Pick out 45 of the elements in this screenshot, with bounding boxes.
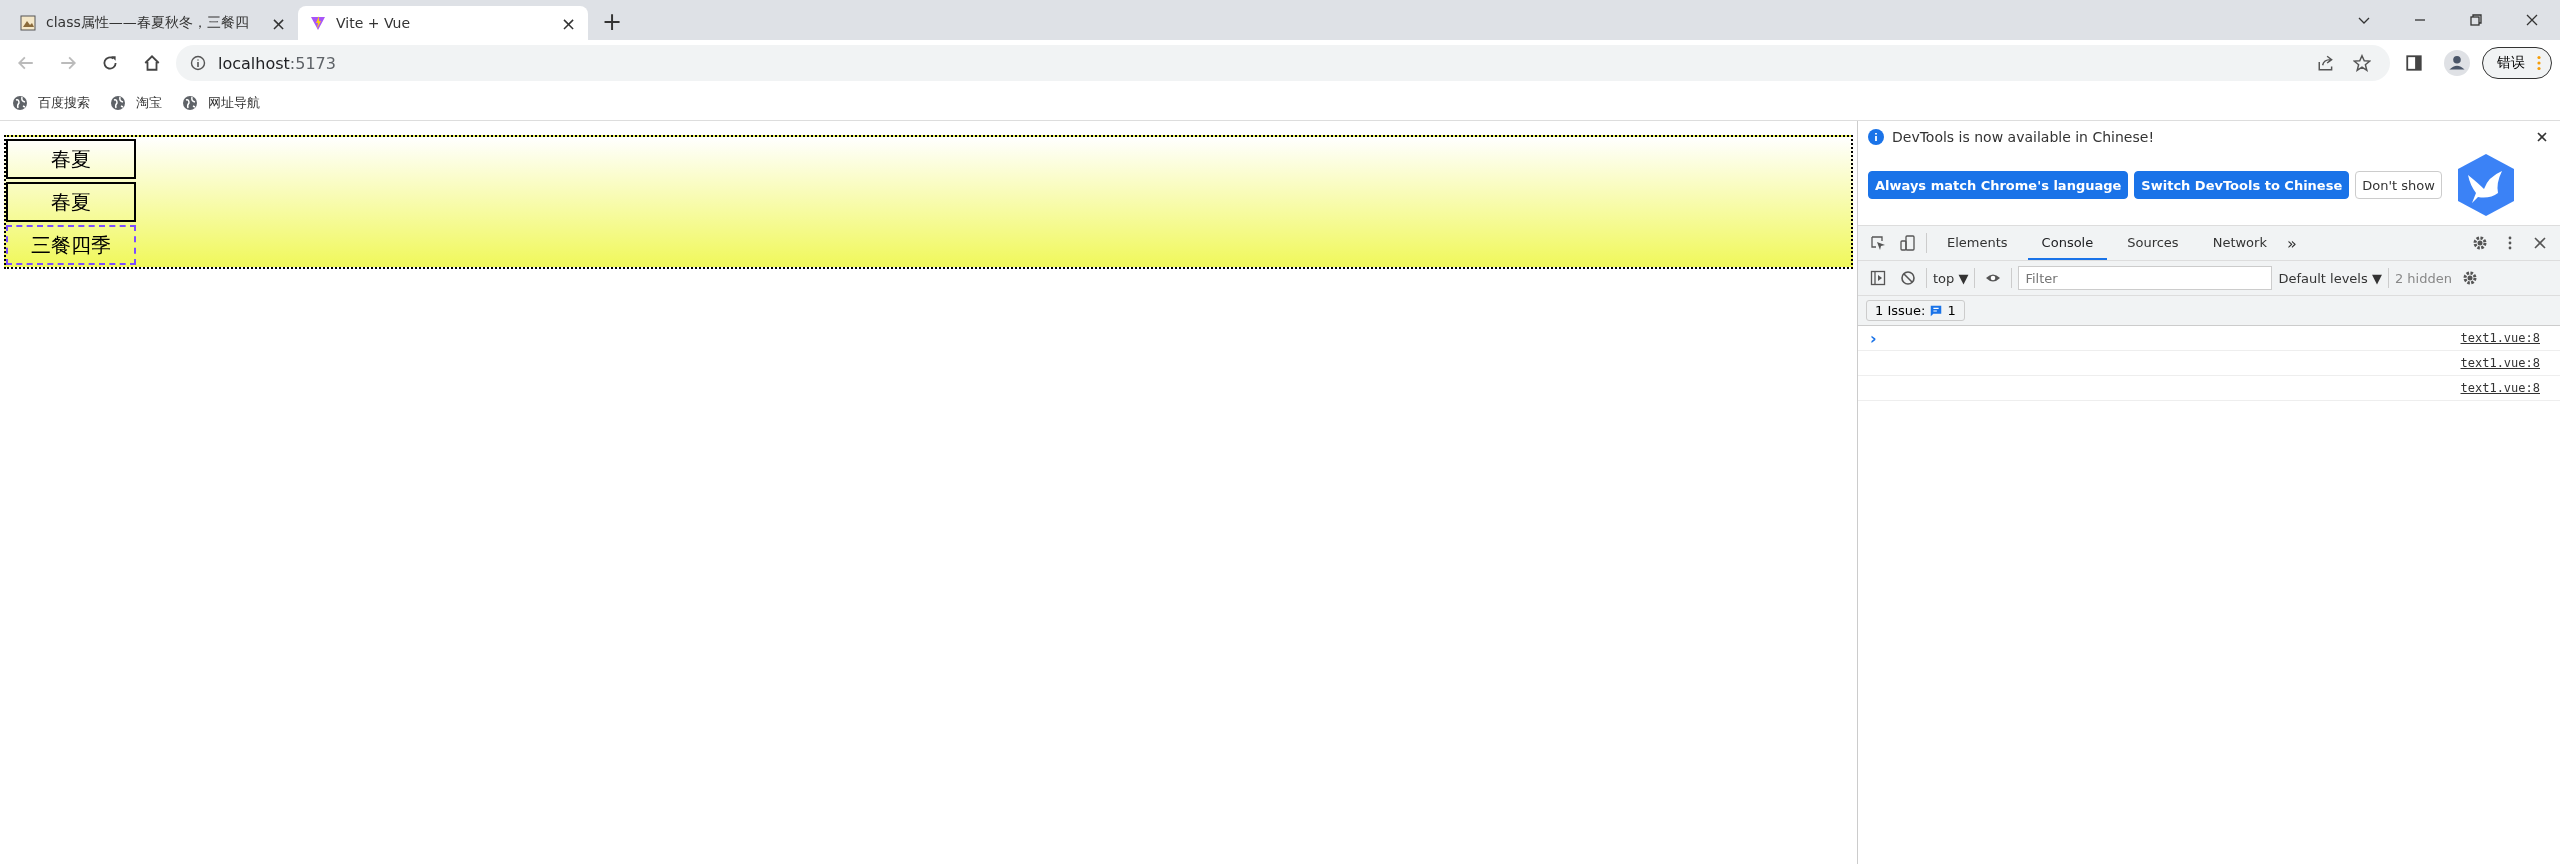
close-icon[interactable]: ×	[270, 12, 286, 34]
devtools-tab[interactable]: Sources	[2113, 226, 2193, 260]
notice-button[interactable]: Don't show	[2355, 171, 2442, 199]
console-prompt: ›	[1870, 328, 1877, 348]
source-link[interactable]: text1.vue:8	[2460, 381, 2540, 395]
close-icon[interactable]: ×	[560, 12, 576, 34]
url-port: :5173	[289, 53, 336, 73]
source-link[interactable]: text1.vue:8	[2460, 331, 2540, 345]
message-icon	[1929, 303, 1944, 318]
issues-button[interactable]: 1 Issue: 1	[1866, 300, 1965, 321]
season-box: 春夏	[6, 139, 136, 179]
more-tabs-button[interactable]: »	[2286, 233, 2297, 253]
tab-title: class属性——春夏秋冬，三餐四	[46, 14, 250, 32]
bird-icon[interactable]	[2455, 153, 2516, 217]
notice-button[interactable]: Switch DevTools to Chinese	[2134, 171, 2350, 199]
lightning-icon	[310, 15, 326, 31]
url-host: localhost	[218, 53, 290, 73]
notice-text: DevTools is now available in Chinese!	[1892, 129, 2154, 145]
profile-error-button[interactable]: 错误	[2482, 47, 2552, 79]
globe-icon	[110, 95, 126, 111]
filter-field[interactable]: Filter	[2018, 266, 2273, 290]
bookmark-item[interactable]: 百度搜索	[12, 94, 90, 112]
avatar-icon[interactable]	[2444, 50, 2470, 76]
globe-icon	[12, 95, 28, 111]
devtools-tab[interactable]: Network	[2198, 226, 2281, 260]
levels-dropdown[interactable]: Default levels ▼	[2278, 270, 2382, 286]
browser-tab[interactable]: class属性——春夏秋冬，三餐四 ×	[8, 6, 298, 40]
source-link[interactable]: text1.vue:8	[2460, 356, 2540, 370]
new-tab-button[interactable]: +	[602, 8, 623, 36]
context-dropdown[interactable]: top ▼	[1933, 270, 1969, 286]
tab-title: Vite + Vue	[336, 15, 411, 31]
season-box: 三餐四季	[6, 225, 136, 265]
more-options-icon	[2537, 55, 2541, 71]
address-bar[interactable]: localhost:5173	[176, 45, 2390, 81]
browser-tab[interactable]: Vite + Vue ×	[298, 6, 588, 40]
hidden-count: 2 hidden	[2394, 270, 2452, 286]
notice-button[interactable]: Always match Chrome's language	[1868, 171, 2129, 199]
bookmark-item[interactable]: 网址导航	[182, 94, 260, 112]
devtools-tab[interactable]: Elements	[1933, 226, 2022, 260]
bookmark-item[interactable]: 淘宝	[110, 94, 162, 112]
info-icon	[1868, 129, 1884, 145]
info-icon	[190, 55, 206, 71]
image-icon	[20, 15, 36, 31]
season-box: 春夏	[6, 182, 136, 222]
globe-icon	[182, 95, 198, 111]
